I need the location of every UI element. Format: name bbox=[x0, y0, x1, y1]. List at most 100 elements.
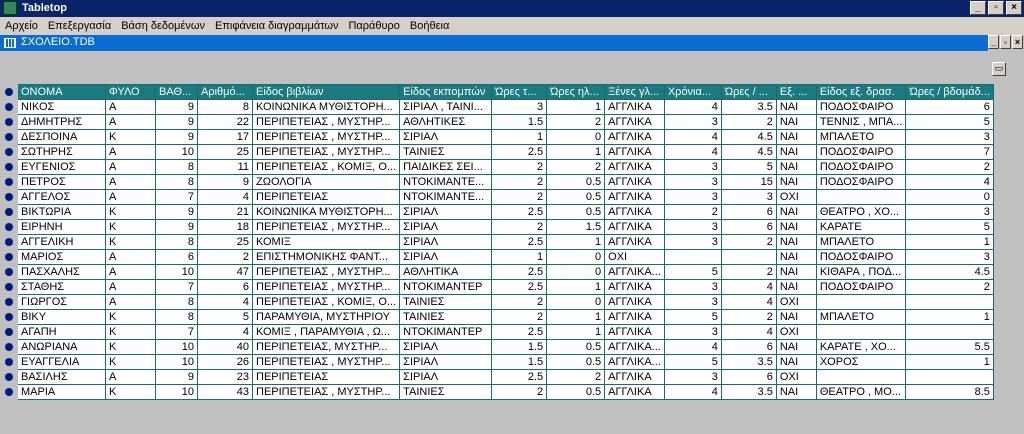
table-cell[interactable]: ΑΓΓΛΙΚΑ bbox=[604, 294, 665, 310]
table-cell[interactable]: 1 bbox=[546, 324, 606, 340]
table-cell[interactable] bbox=[905, 294, 994, 310]
table-cell[interactable]: 0 bbox=[905, 189, 994, 205]
table-cell[interactable]: ΑΓΓΛΙΚΑ bbox=[604, 129, 665, 145]
table-cell[interactable]: ΜΠΑΛΕΤΟ bbox=[815, 309, 907, 325]
table-cell[interactable]: 3 bbox=[663, 294, 722, 310]
table-cell[interactable]: ΘΕΑΤΡΟ , ΧΟ... bbox=[815, 204, 907, 220]
table-cell[interactable]: 2 bbox=[491, 384, 548, 400]
table-cell[interactable]: 6 bbox=[720, 339, 777, 355]
table-cell[interactable]: 1 bbox=[546, 99, 606, 115]
table-cell[interactable]: ΑΓΓΛΙΚΑ bbox=[604, 369, 665, 385]
table-cell[interactable]: ΝΑΙ bbox=[775, 174, 817, 190]
table-cell[interactable]: 1 bbox=[546, 279, 606, 295]
column-header[interactable]: Ώρες τ... bbox=[491, 84, 548, 100]
table-cell[interactable]: 3 bbox=[663, 174, 722, 190]
table-cell[interactable]: Κ bbox=[105, 384, 156, 400]
table-cell[interactable]: 5 bbox=[720, 159, 777, 175]
table-cell[interactable]: 0 bbox=[546, 129, 606, 145]
table-row[interactable]: ΒΙΚΥ Κ 8 5 ΠΑΡΑΜΥΘΙΑ, ΜΥΣΤΗΡΙΟΥ ΤΑΙΝΙΕΣ 2 1 ΑΓΓΛ… bbox=[0, 309, 994, 325]
table-cell[interactable]: ΣΙΡΙΑΛ bbox=[399, 354, 493, 370]
table-row[interactable]: ΑΓΑΠΗ Κ 7 4 ΚΟΜΙΞ , ΠΑΡΑΜΥΘΙΑ , Ω... ΝΤΟΚΙΜΑΝ… bbox=[0, 324, 994, 340]
table-cell[interactable] bbox=[905, 324, 994, 340]
table-cell[interactable]: Κ bbox=[105, 204, 156, 220]
table-cell[interactable]: ΣΤΑΘΗΣ bbox=[17, 279, 106, 295]
table-cell[interactable]: 10 bbox=[155, 339, 198, 355]
table-cell[interactable]: ΤΑΙΝΙΕΣ bbox=[399, 309, 493, 325]
table-cell[interactable]: 5 bbox=[197, 309, 253, 325]
table-cell[interactable]: 2.5 bbox=[491, 204, 548, 220]
table-cell[interactable]: 7 bbox=[155, 279, 198, 295]
table-cell[interactable]: ΑΓΓΛΙΚΑ bbox=[604, 114, 665, 130]
table-cell[interactable]: 8.5 bbox=[905, 384, 994, 400]
table-cell[interactable]: 47 bbox=[197, 264, 253, 280]
table-cell[interactable]: ΣΙΡΙΑΛ bbox=[399, 369, 493, 385]
table-cell[interactable]: 9 bbox=[155, 204, 198, 220]
table-cell[interactable]: 2 bbox=[546, 369, 606, 385]
row-selector[interactable] bbox=[0, 99, 18, 115]
column-header[interactable]: ΒΑΘ... bbox=[155, 84, 198, 100]
table-cell[interactable]: 2 bbox=[491, 294, 548, 310]
table-cell[interactable]: 2 bbox=[546, 114, 606, 130]
table-cell[interactable]: 8 bbox=[155, 234, 198, 250]
menu-item-4[interactable]: Παράθυρο bbox=[343, 20, 404, 32]
table-cell[interactable]: ΟΧΙ bbox=[775, 324, 817, 340]
minimize-button[interactable]: _ bbox=[970, 1, 986, 15]
table-cell[interactable]: 2 bbox=[720, 234, 777, 250]
table-cell[interactable]: ΣΙΡΙΑΛ , ΤΑΙΝΙ... bbox=[399, 99, 493, 115]
table-cell[interactable]: ΝΤΟΚΙΜΑΝΤΕΡ bbox=[399, 324, 493, 340]
table-cell[interactable]: 25 bbox=[197, 234, 253, 250]
row-selector[interactable] bbox=[0, 279, 18, 295]
table-cell[interactable]: Κ bbox=[105, 219, 156, 235]
table-cell[interactable]: 4 bbox=[663, 144, 722, 160]
table-cell[interactable]: ΠΕΡΙΠΕΤΕΙΑΣ , ΜΥΣΤΗΡ... bbox=[251, 219, 401, 235]
table-cell[interactable]: Κ bbox=[105, 339, 156, 355]
table-cell[interactable]: 18 bbox=[197, 219, 253, 235]
table-cell[interactable]: 2 bbox=[546, 159, 606, 175]
table-cell[interactable]: ΣΙΡΙΑΛ bbox=[399, 219, 493, 235]
table-cell[interactable]: 1 bbox=[905, 309, 994, 325]
table-cell[interactable]: ΝΑΙ bbox=[775, 144, 817, 160]
table-cell[interactable]: 7 bbox=[905, 144, 994, 160]
menu-item-5[interactable]: Βοήθεια bbox=[405, 20, 454, 32]
row-selector[interactable] bbox=[0, 264, 18, 280]
table-cell[interactable]: ΝΑΙ bbox=[775, 219, 817, 235]
table-cell[interactable]: Κ bbox=[105, 324, 156, 340]
column-header[interactable]: Ώρες / ... bbox=[720, 84, 777, 100]
table-row[interactable]: ΑΓΓΕΛΙΚΗ Κ 8 25 ΚΟΜΙΞ ΣΙΡΙΑΛ 2.5 1 ΑΓΓΛΙΚΑ 3 2 ΝΑΙ Μ… bbox=[0, 234, 994, 250]
table-cell[interactable]: ΝΑΙ bbox=[775, 114, 817, 130]
menu-item-1[interactable]: Επεξεργασία bbox=[43, 20, 116, 32]
table-cell[interactable]: ΤΑΙΝΙΕΣ bbox=[399, 144, 493, 160]
table-cell[interactable]: ΠΟΔΟΣΦΑΙΡΟ bbox=[815, 144, 907, 160]
table-row[interactable]: ΒΑΣΙΛΗΣ Α 9 23 ΠΕΡΙΠΕΤΕΙΑΣ ΣΙΡΙΑΛ 2.5 2 ΑΓΓΛΙΚΑ 3… bbox=[0, 369, 994, 385]
table-cell[interactable]: 4 bbox=[720, 279, 777, 295]
table-cell[interactable]: 6 bbox=[720, 219, 777, 235]
table-cell[interactable]: ΑΓΓΛΙΚΑ bbox=[604, 99, 665, 115]
table-cell[interactable] bbox=[815, 369, 907, 385]
table-cell[interactable]: ΜΠΑΛΕΤΟ bbox=[815, 129, 907, 145]
table-cell[interactable]: ΝΑΙ bbox=[775, 159, 817, 175]
table-cell[interactable]: 15 bbox=[720, 174, 777, 190]
close-button[interactable]: × bbox=[1006, 1, 1022, 15]
table-cell[interactable]: ΑΓΓΛΙΚΑ bbox=[604, 144, 665, 160]
table-cell[interactable]: ΣΙΡΙΑΛ bbox=[399, 204, 493, 220]
table-row[interactable]: ΑΝΩΡΙΑΝΑ Κ 10 40 ΠΕΡΙΠΕΤΕΙΑΣ, ΜΥΣΤΗΡ... ΣΙΡΙΑ… bbox=[0, 339, 994, 355]
table-cell[interactable]: 9 bbox=[155, 219, 198, 235]
table-cell[interactable] bbox=[905, 369, 994, 385]
table-cell[interactable]: 4 bbox=[663, 99, 722, 115]
table-cell[interactable]: 10 bbox=[155, 144, 198, 160]
table-cell[interactable]: ΑΓΓΛΙΚΑ... bbox=[604, 339, 665, 355]
table-cell[interactable]: ΣΙΡΙΑΛ bbox=[399, 234, 493, 250]
row-selector[interactable] bbox=[0, 114, 18, 130]
table-cell[interactable]: ΠΕΡΙΠΕΤΕΙΑΣ , ΜΥΣΤΗΡ... bbox=[251, 144, 401, 160]
table-cell[interactable]: ΑΓΓΛΙΚΑ bbox=[604, 204, 665, 220]
table-cell[interactable] bbox=[815, 324, 907, 340]
table-cell[interactable]: 4 bbox=[905, 174, 994, 190]
table-row[interactable]: ΔΕΣΠΟΙΝΑ Κ 9 17 ΠΕΡΙΠΕΤΕΙΑΣ , ΜΥΣΤΗΡ... ΣΙΡΙΑ… bbox=[0, 129, 994, 145]
table-row[interactable]: ΣΩΤΗΡΗΣ Α 10 25 ΠΕΡΙΠΕΤΕΙΑΣ , ΜΥΣΤΗΡ... ΤΑΙΝΙ… bbox=[0, 144, 994, 160]
table-cell[interactable]: ΚΟΜΙΞ , ΠΑΡΑΜΥΘΙΑ , Ω... bbox=[251, 324, 401, 340]
table-cell[interactable]: 8 bbox=[197, 99, 253, 115]
table-cell[interactable]: ΠΕΡΙΠΕΤΕΙΑΣ , ΜΥΣΤΗΡ... bbox=[251, 114, 401, 130]
table-cell[interactable]: 5.5 bbox=[905, 339, 994, 355]
column-header[interactable]: Είδος εξ. δρασ. bbox=[815, 84, 907, 100]
table-cell[interactable]: ΝΑΙ bbox=[775, 129, 817, 145]
